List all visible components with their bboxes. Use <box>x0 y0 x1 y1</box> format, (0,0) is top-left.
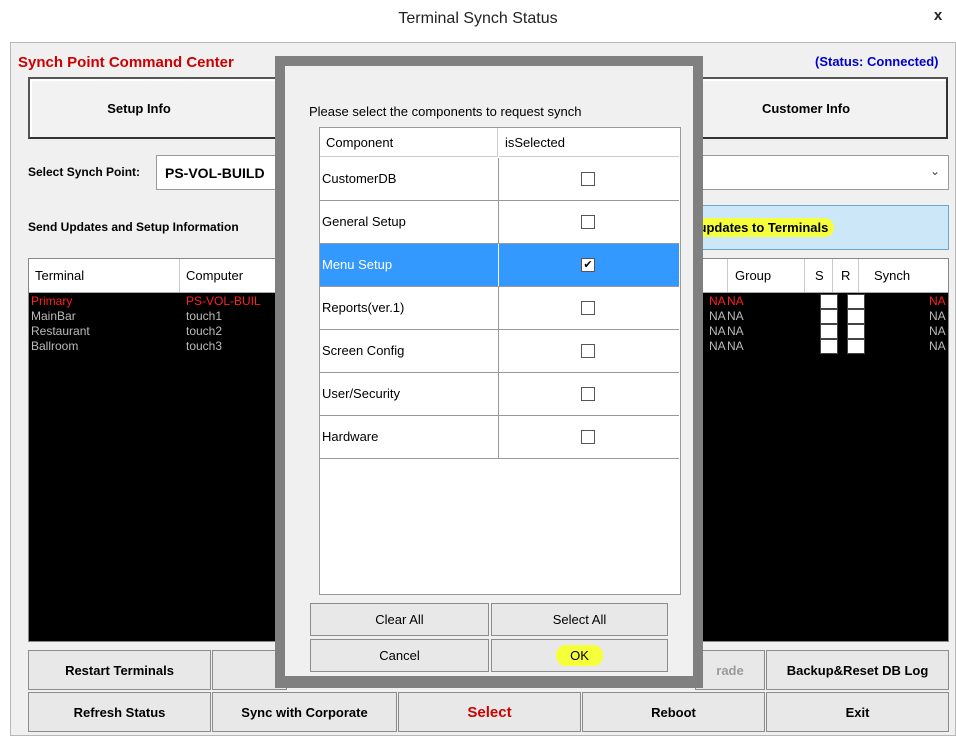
title-bar: Terminal Synch Status x <box>0 0 956 38</box>
component-row-screen-config[interactable]: Screen Config <box>320 330 679 373</box>
col-terminal: Terminal <box>35 268 85 283</box>
is-selected-checkbox[interactable] <box>581 344 595 358</box>
ok-button[interactable]: OK <box>491 639 668 672</box>
cell-group: NA <box>727 324 744 338</box>
is-selected-checkbox[interactable] <box>581 387 595 401</box>
component-row-menu-setup[interactable]: Menu Setup ✔ <box>320 244 679 287</box>
cell-group: NA <box>727 339 744 353</box>
synch-point-label: Select Synch Point: <box>28 165 141 179</box>
col-computer: Computer <box>186 268 244 283</box>
s-checkbox[interactable] <box>820 339 838 354</box>
tab-setup-info-label: Setup Info <box>107 100 171 116</box>
cell-version: NA <box>709 339 726 353</box>
is-selected-checkbox[interactable] <box>581 215 595 229</box>
r-checkbox[interactable] <box>847 309 865 324</box>
close-icon[interactable]: x <box>928 6 948 26</box>
tab-setup-info[interactable]: Setup Info <box>28 77 290 139</box>
col-group: Group <box>735 268 772 283</box>
cell-synch: NA <box>929 324 946 338</box>
cell-computer: touch3 <box>186 339 223 353</box>
upgrade-button[interactable]: rade <box>695 650 765 690</box>
refresh-status-button[interactable]: Refresh Status <box>28 692 211 732</box>
r-checkbox[interactable] <box>847 324 865 339</box>
r-checkbox[interactable] <box>847 339 865 354</box>
select-button[interactable]: Select <box>398 692 581 732</box>
cell-synch: NA <box>929 339 946 353</box>
component-row-user-security[interactable]: User/Security <box>320 373 679 416</box>
col-is-selected: isSelected <box>499 128 679 157</box>
component-name: Menu Setup <box>322 257 393 272</box>
is-selected-checkbox[interactable] <box>581 301 595 315</box>
cell-group: NA <box>727 309 744 323</box>
s-checkbox[interactable] <box>820 309 838 324</box>
col-s: S <box>815 268 824 283</box>
cell-group: NA <box>727 294 744 308</box>
component-row-customerdb[interactable]: CustomerDB <box>320 158 679 201</box>
connection-status: (Status: Connected) <box>815 54 939 69</box>
dialog-body: Please select the components to request … <box>285 66 693 676</box>
cell-computer: PS-VOL-BUIL <box>186 294 261 308</box>
cancel-button[interactable]: Cancel <box>310 639 489 672</box>
component-row-general-setup[interactable]: General Setup <box>320 201 679 244</box>
component-name: Reports(ver.1) <box>322 300 405 315</box>
component-name: General Setup <box>322 214 406 229</box>
window-title: Terminal Synch Status <box>398 10 558 27</box>
cell-terminal: Restaurant <box>31 324 90 338</box>
tab-customer-info[interactable]: Customer Info <box>694 77 948 139</box>
component-select-dialog: Please select the components to request … <box>275 56 703 688</box>
cell-terminal: Ballroom <box>31 339 79 353</box>
tab-customer-info-label: Customer Info <box>761 100 851 116</box>
cell-version: NA <box>709 294 726 308</box>
command-center-title: Synch Point Command Center <box>18 54 234 71</box>
restart-terminals-button[interactable]: Restart Terminals <box>28 650 211 690</box>
cell-synch: NA <box>929 309 946 323</box>
s-checkbox[interactable] <box>820 324 838 339</box>
component-row-reports[interactable]: Reports(ver.1) <box>320 287 679 330</box>
col-synch: Synch <box>874 268 911 283</box>
dialog-prompt: Please select the components to request … <box>309 104 582 119</box>
cell-computer: touch1 <box>186 309 223 323</box>
chevron-down-icon[interactable]: ⌄ <box>930 164 940 178</box>
backup-reset-db-log-button[interactable]: Backup&Reset DB Log <box>766 650 949 690</box>
cell-terminal: Primary <box>31 294 73 308</box>
component-name: Hardware <box>322 429 379 444</box>
component-table[interactable]: Component isSelected CustomerDB General … <box>319 127 681 595</box>
col-r: R <box>841 268 851 283</box>
r-checkbox[interactable] <box>847 294 865 309</box>
cell-synch: NA <box>929 294 946 308</box>
component-row-hardware[interactable]: Hardware <box>320 416 679 459</box>
clear-all-button[interactable]: Clear All <box>310 603 489 636</box>
col-component: Component <box>320 128 498 157</box>
send-updates-button-label: d updates to Terminals <box>681 218 835 237</box>
synch-point-value: PS-VOL-BUILD <box>165 165 265 181</box>
cell-version: NA <box>709 309 726 323</box>
component-name: CustomerDB <box>322 171 397 186</box>
sync-with-corporate-button[interactable]: Sync with Corporate <box>212 692 397 732</box>
component-name: User/Security <box>322 386 401 401</box>
select-all-button[interactable]: Select All <box>491 603 668 636</box>
is-selected-checkbox[interactable]: ✔ <box>581 258 595 272</box>
is-selected-checkbox[interactable] <box>581 172 595 186</box>
send-updates-label: Send Updates and Setup Information <box>28 220 239 234</box>
ok-button-label: OK <box>556 645 603 666</box>
cell-version: NA <box>709 324 726 338</box>
component-name: Screen Config <box>322 343 405 358</box>
exit-button[interactable]: Exit <box>766 692 949 732</box>
is-selected-checkbox[interactable] <box>581 430 595 444</box>
cell-computer: touch2 <box>186 324 223 338</box>
s-checkbox[interactable] <box>820 294 838 309</box>
cell-terminal: MainBar <box>31 309 76 323</box>
reboot-button[interactable]: Reboot <box>582 692 765 732</box>
